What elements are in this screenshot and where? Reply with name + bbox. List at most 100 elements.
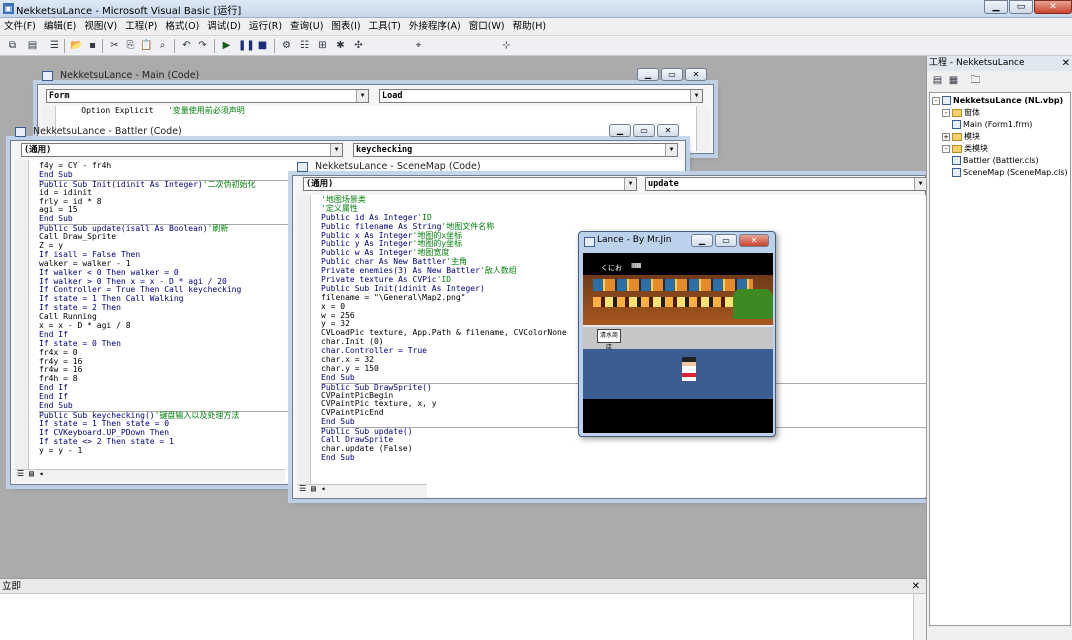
- break-icon[interactable]: ❚❚: [238, 39, 255, 52]
- game-window[interactable]: Lance - By Mr.Jin ▁ ▭ ✕ くにお IIIIIIIII 清水商店: [578, 231, 776, 437]
- tree-item[interactable]: + 模块: [942, 131, 980, 142]
- main-window-title: NekketsuLance - Main (Code): [38, 67, 713, 85]
- cut-icon[interactable]: ✂: [108, 39, 121, 52]
- menu-editor-icon[interactable]: ☰: [48, 39, 61, 52]
- end-icon[interactable]: ■: [256, 39, 269, 52]
- menu-item[interactable]: 工程(P): [121, 18, 161, 35]
- view-code-icon[interactable]: ▤: [931, 74, 944, 87]
- chevron-down-icon[interactable]: ▼: [914, 178, 926, 190]
- view-object-icon[interactable]: ▦: [947, 74, 960, 87]
- scenemap-window-title: NekketsuLance - SceneMap (Code): [293, 158, 925, 176]
- immediate-window[interactable]: 立即 ✕: [0, 578, 926, 640]
- chevron-down-icon[interactable]: ▼: [356, 90, 368, 102]
- code-window-icon: [15, 127, 26, 137]
- shop-sign: 清水商店: [597, 329, 621, 351]
- project-explorer: 工程 - NekketsuLance ✕ ▤ ▦ 🗀 - NekketsuLanc…: [926, 56, 1072, 640]
- collapse-icon[interactable]: -: [942, 144, 950, 153]
- class-icon: [952, 168, 961, 177]
- main-maximize-button[interactable]: ▭: [661, 68, 683, 81]
- close-button[interactable]: ✕: [1034, 0, 1072, 14]
- menu-item[interactable]: 外接程序(A): [405, 18, 465, 35]
- menu-item[interactable]: 编辑(E): [40, 18, 80, 35]
- save-project-icon[interactable]: ▪: [86, 39, 99, 52]
- code-line: Option Explicit '变量使用前必须声明: [62, 106, 245, 115]
- properties-window-icon[interactable]: ☷: [298, 39, 311, 52]
- add-project-icon[interactable]: ⧉: [6, 39, 19, 52]
- battler-maximize-button[interactable]: ▭: [633, 124, 655, 137]
- menu-item[interactable]: 工具(T): [365, 18, 405, 35]
- code-window-icon: [42, 71, 53, 81]
- menu-item[interactable]: 查询(U): [286, 18, 327, 35]
- tree-item[interactable]: SceneMap (SceneMap.cls): [952, 167, 1068, 178]
- procedure-combo[interactable]: keychecking ▼: [353, 143, 678, 157]
- project-close-icon[interactable]: ✕: [1062, 56, 1070, 71]
- immediate-scrollbar[interactable]: [913, 594, 926, 640]
- size-icon: ⊹: [502, 40, 511, 51]
- procedure-combo[interactable]: Load ▼: [379, 89, 703, 103]
- immediate-title: 立即: [2, 581, 22, 592]
- add-form-icon[interactable]: ▤: [26, 39, 39, 52]
- battler-minimize-button[interactable]: ▁: [609, 124, 631, 137]
- start-icon[interactable]: ▶: [220, 39, 233, 52]
- tree-item[interactable]: - NekketsuLance (NL.vbp): [932, 95, 1063, 106]
- project-explorer-icon[interactable]: ⚙: [280, 39, 293, 52]
- project-icon: [942, 96, 951, 105]
- chevron-down-icon[interactable]: ▼: [665, 144, 677, 156]
- game-maximize-button[interactable]: ▭: [715, 234, 737, 247]
- chevron-down-icon[interactable]: ▼: [624, 178, 636, 190]
- code-line: char.update (False): [321, 443, 413, 453]
- collapse-icon[interactable]: -: [942, 108, 950, 117]
- code-window-icon: [297, 162, 308, 172]
- game-screen[interactable]: くにお IIIIIIIII 清水商店: [583, 253, 773, 433]
- object-combo[interactable]: (通用) ▼: [303, 177, 637, 191]
- minimize-button[interactable]: ▁: [984, 0, 1008, 14]
- menu-item[interactable]: 调试(D): [203, 18, 245, 35]
- tree-item[interactable]: - 窗体: [942, 107, 980, 118]
- chevron-down-icon[interactable]: ▼: [690, 90, 702, 102]
- folder-icon: [952, 108, 962, 117]
- folder-icon: [952, 132, 962, 141]
- undo-icon[interactable]: ↶: [180, 39, 193, 52]
- game-close-button[interactable]: ✕: [739, 234, 769, 247]
- expand-icon[interactable]: +: [942, 132, 950, 141]
- paste-icon[interactable]: 📋: [140, 39, 153, 52]
- copy-icon[interactable]: ⎘: [124, 39, 137, 52]
- menu-item[interactable]: 图表(I): [327, 18, 364, 35]
- menu-item[interactable]: 帮助(H): [509, 18, 551, 35]
- procedure-combo[interactable]: update ▼: [645, 177, 927, 191]
- main-minimize-button[interactable]: ▁: [637, 68, 659, 81]
- form-layout-icon[interactable]: ⊞: [316, 39, 329, 52]
- menu-item[interactable]: 窗口(W): [465, 18, 509, 35]
- window-title: NekketsuLance - Microsoft Visual Basic […: [16, 6, 242, 17]
- project-tree[interactable]: - NekketsuLance (NL.vbp) - 窗体 Main (Form1.fr…: [929, 92, 1071, 626]
- mdi-workspace: NekketsuLance - Main (Code) ▁ ▭ ✕ Form ▼ Lo…: [0, 56, 927, 578]
- object-combo[interactable]: Form ▼: [46, 89, 369, 103]
- position-icon: ⌖: [415, 40, 422, 51]
- collapse-icon[interactable]: -: [932, 96, 940, 105]
- street: [583, 349, 773, 399]
- toggle-folders-icon[interactable]: 🗀: [969, 74, 982, 87]
- menu-bar: 文件(F) 编辑(E) 视图(V) 工程(P) 格式(O) 调试(D) 运行(R) 查询(U)…: [0, 18, 1072, 36]
- find-icon[interactable]: ⌕: [156, 39, 169, 52]
- menu-item[interactable]: 格式(O): [161, 18, 203, 35]
- object-browser-icon[interactable]: ✱: [334, 39, 347, 52]
- menu-item[interactable]: 视图(V): [80, 18, 121, 35]
- immediate-close-icon[interactable]: ✕: [912, 579, 920, 594]
- chevron-down-icon[interactable]: ▼: [330, 144, 342, 156]
- main-close-button[interactable]: ✕: [685, 68, 707, 81]
- battler-close-button[interactable]: ✕: [657, 124, 679, 137]
- redo-icon[interactable]: ↷: [196, 39, 209, 52]
- maximize-button[interactable]: ▭: [1009, 0, 1033, 14]
- object-combo[interactable]: (通用) ▼: [21, 143, 343, 157]
- toolbox-icon[interactable]: ✣: [352, 39, 365, 52]
- tree-item[interactable]: - 类模块: [942, 143, 988, 154]
- code-line: '地图场景类: [321, 195, 366, 204]
- tree-item[interactable]: Battler (Battler.cls): [952, 155, 1039, 166]
- game-minimize-button[interactable]: ▁: [691, 234, 713, 247]
- open-project-icon[interactable]: 📂: [70, 39, 83, 52]
- code-line: End Sub: [321, 452, 355, 462]
- menu-item[interactable]: 运行(R): [245, 18, 286, 35]
- project-title: 工程 - NekketsuLance: [929, 58, 1025, 68]
- tree-item[interactable]: Main (Form1.frm): [952, 119, 1032, 130]
- menu-item[interactable]: 文件(F): [0, 18, 40, 35]
